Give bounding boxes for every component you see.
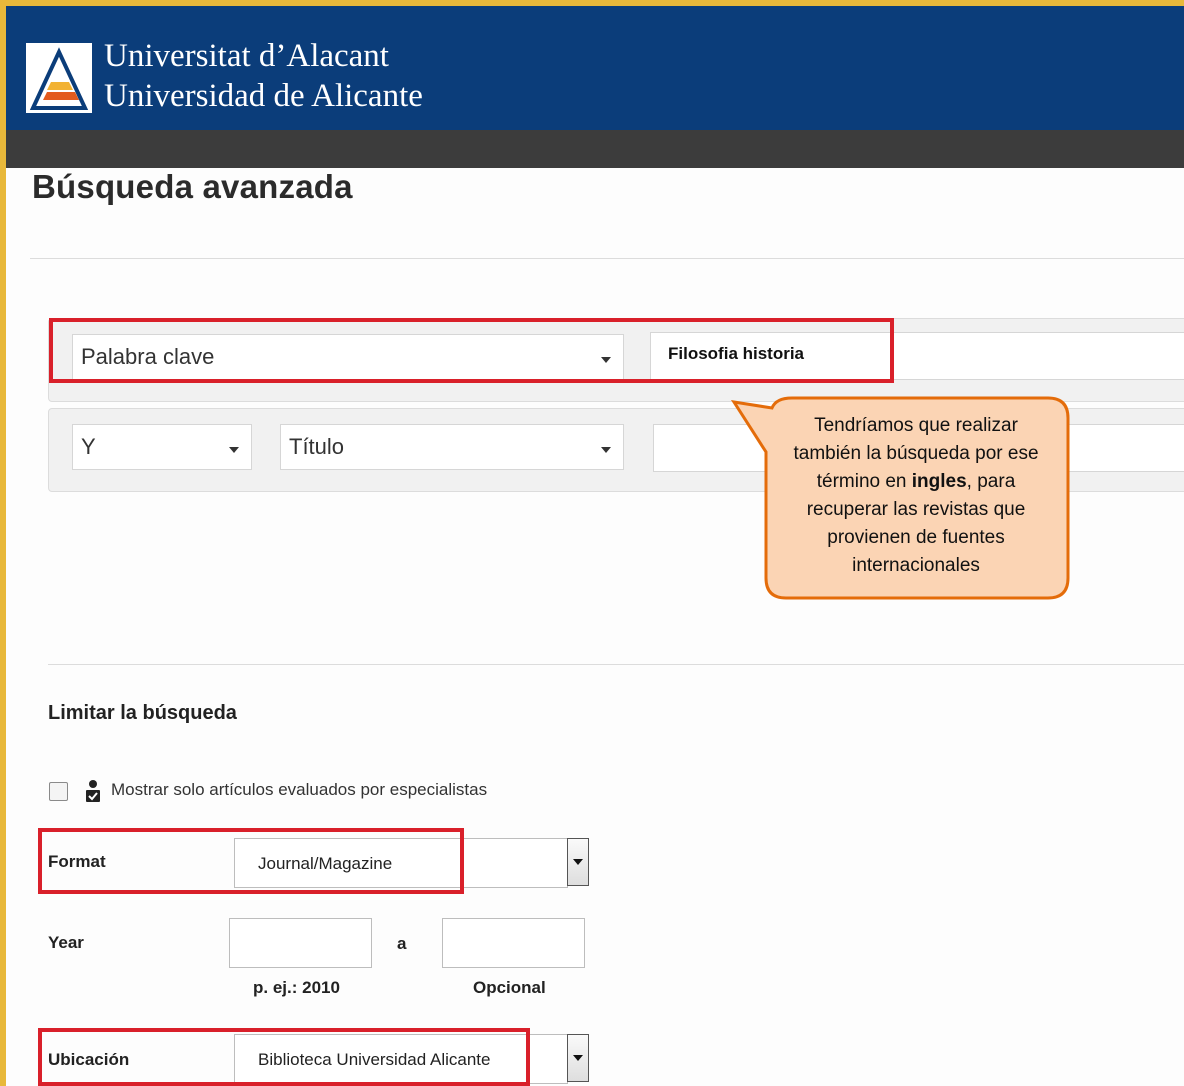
chevron-down-icon xyxy=(229,447,239,453)
year-to-hint: Opcional xyxy=(473,978,546,997)
peer-review-checkbox[interactable] xyxy=(49,782,68,801)
year-separator: a xyxy=(397,934,407,953)
operator-select-value: Y xyxy=(81,434,96,459)
peer-review-label[interactable]: Mostrar solo artículos evaluados por esp… xyxy=(111,780,487,800)
peer-review-icon xyxy=(86,780,100,802)
callout-text-bold: ingles xyxy=(911,471,967,492)
chevron-down-icon xyxy=(573,1055,583,1061)
year-label: Year xyxy=(48,933,84,952)
university-logo-icon[interactable] xyxy=(25,42,93,114)
format-dropdown-button[interactable] xyxy=(567,838,589,886)
operator-select[interactable]: Y xyxy=(72,424,252,470)
site-header: Universitat d’Alacant Universidad de Ali… xyxy=(6,6,1184,130)
year-from-input[interactable] xyxy=(229,918,372,968)
page-title: Búsqueda avanzada xyxy=(32,168,353,205)
highlight-box-location xyxy=(38,1028,530,1086)
highlight-box-search xyxy=(49,318,894,383)
callout-text: Tendríamos que realizar también la búsqu… xyxy=(778,412,1054,580)
section-divider xyxy=(48,664,1184,665)
navigation-bar xyxy=(6,130,1184,168)
university-name-line2: Universidad de Alicante xyxy=(104,78,423,114)
year-from-hint: p. ej.: 2010 xyxy=(253,978,340,997)
location-dropdown-button[interactable] xyxy=(567,1034,589,1082)
chevron-down-icon xyxy=(573,859,583,865)
university-name-line1: Universitat d’Alacant xyxy=(104,38,389,74)
chevron-down-icon xyxy=(601,447,611,453)
field-select-2[interactable]: Título xyxy=(280,424,624,470)
title-divider xyxy=(30,258,1184,259)
limits-title: Limitar la búsqueda xyxy=(48,702,237,724)
highlight-box-format xyxy=(38,828,464,894)
field-select-2-value: Título xyxy=(289,434,345,459)
year-to-input[interactable] xyxy=(442,918,585,968)
university-name[interactable]: Universitat d’Alacant Universidad de Ali… xyxy=(104,36,423,116)
